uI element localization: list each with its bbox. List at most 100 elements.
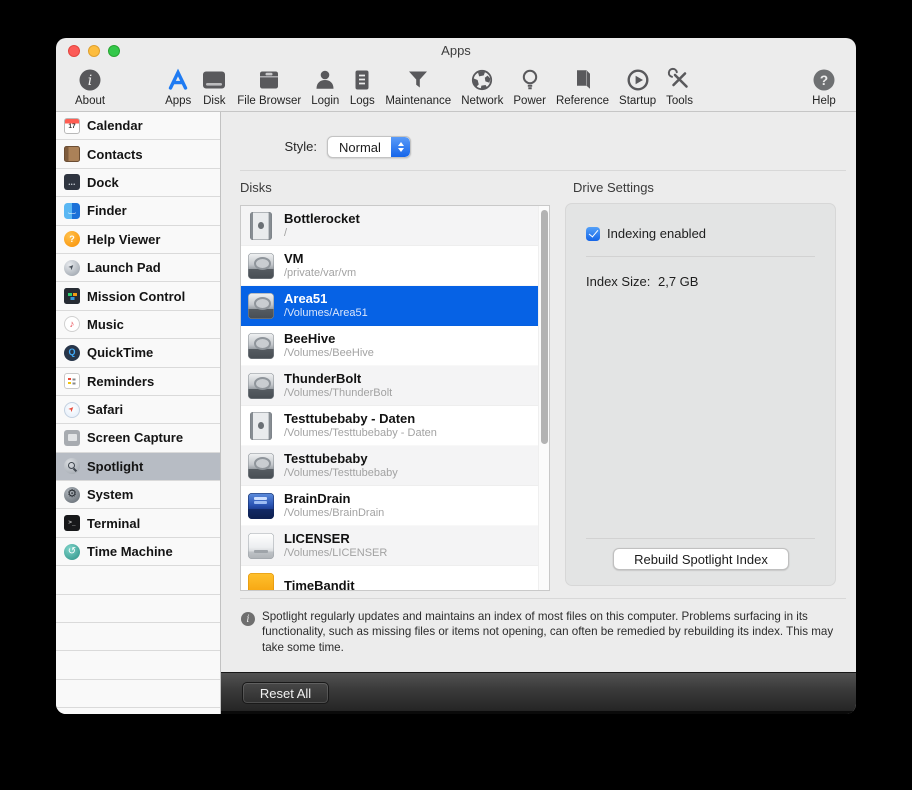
toolbar-label: Power xyxy=(513,95,546,107)
toolbar-label: File Browser xyxy=(237,95,302,107)
toolbar-item-reference[interactable]: Reference xyxy=(551,64,614,107)
bottom-bar: Reset All xyxy=(221,672,856,714)
sidebar-item-help-viewer[interactable]: Help Viewer xyxy=(56,226,220,254)
sidebar-item-music[interactable]: Music xyxy=(56,311,220,340)
sidebar-empty-row xyxy=(56,651,220,680)
hard-drive-icon xyxy=(246,331,276,361)
sidebar-item-calendar[interactable]: Calendar xyxy=(56,112,220,141)
indexing-checkbox[interactable] xyxy=(586,226,600,241)
toolbar-label: Apps xyxy=(165,95,192,107)
scrollbar-thumb[interactable] xyxy=(540,210,548,444)
rebuild-spotlight-index-button[interactable]: Rebuild Spotlight Index xyxy=(613,548,789,570)
document-lines-icon xyxy=(349,64,375,95)
sidebar-empty-row xyxy=(56,623,220,652)
storage-box-icon xyxy=(256,64,282,95)
sidebar-item-launch-pad[interactable]: Launch Pad xyxy=(56,254,220,283)
external-drive-icon xyxy=(246,491,276,521)
lightbulb-icon xyxy=(517,64,543,95)
svg-text:?: ? xyxy=(820,73,828,88)
toolbar-label: Startup xyxy=(619,95,657,107)
sidebar-item-finder[interactable]: Finder xyxy=(56,197,220,226)
hard-drive-icon xyxy=(246,251,276,281)
play-circle-icon xyxy=(625,64,651,95)
globe-icon xyxy=(469,64,495,95)
toolbar-item-disk[interactable]: Disk xyxy=(196,64,232,107)
hard-drive-icon xyxy=(246,291,276,321)
toolbar-label: Logs xyxy=(349,95,375,107)
toolbar-item-network[interactable]: Network xyxy=(456,64,508,107)
info-icon xyxy=(241,612,255,626)
dock-icon xyxy=(64,174,80,191)
svg-text:i: i xyxy=(88,73,92,89)
style-select[interactable]: Normal xyxy=(327,136,411,158)
toolbar-label: Login xyxy=(311,95,340,107)
disk-row-selected[interactable]: Area51/Volumes/Area51 xyxy=(241,286,538,326)
disk-row[interactable]: BeeHive/Volumes/BeeHive xyxy=(241,326,538,366)
finder-icon xyxy=(64,202,80,219)
sidebar-item-mission-control[interactable]: Mission Control xyxy=(56,282,220,311)
reset-all-button[interactable]: Reset All xyxy=(242,682,329,704)
sidebar-item-reminders[interactable]: Reminders xyxy=(56,368,220,396)
funnel-icon xyxy=(405,64,431,95)
disk-list: Bottlerocket / VM/private/var/vm Area51/V… xyxy=(240,205,550,591)
safari-icon xyxy=(64,401,80,418)
toolbar-item-startup[interactable]: Startup xyxy=(614,64,661,107)
hard-drive-icon xyxy=(246,451,276,481)
sidebar-item-safari[interactable]: Safari xyxy=(56,396,220,425)
toolbar-item-power[interactable]: Power xyxy=(508,64,551,107)
toolbar-item-file-browser[interactable]: File Browser xyxy=(232,64,306,107)
sidebar-item-system[interactable]: System xyxy=(56,481,220,510)
scrollbar-track[interactable] xyxy=(538,206,549,590)
toolbar-label: About xyxy=(75,95,106,107)
mac-tower-icon xyxy=(246,211,276,241)
toolbar-label: Network xyxy=(461,95,504,107)
disk-row[interactable]: TimeBandit xyxy=(241,566,538,590)
terminal-icon xyxy=(64,515,80,532)
sidebar-empty-row xyxy=(56,680,220,709)
disk-drive-icon xyxy=(201,64,227,95)
sidebar-item-spotlight[interactable]: Spotlight xyxy=(56,452,220,482)
toolbar-item-tools[interactable]: Tools xyxy=(661,64,698,107)
toolbar-item-about[interactable]: i About xyxy=(70,64,110,107)
toolbar-item-login[interactable]: Login xyxy=(306,64,344,107)
contacts-icon xyxy=(64,146,80,163)
sidebar-item-terminal[interactable]: Terminal xyxy=(56,509,220,538)
help-viewer-icon xyxy=(64,231,80,248)
disk-row[interactable]: Bottlerocket / xyxy=(241,206,538,246)
toolbar-item-apps[interactable]: Apps xyxy=(160,64,196,107)
toolbar-label: Maintenance xyxy=(385,95,452,107)
sidebar-item-screen-capture[interactable]: Screen Capture xyxy=(56,424,220,453)
spotlight-icon xyxy=(64,458,80,475)
screen-capture-icon xyxy=(64,429,80,446)
time-machine-icon xyxy=(64,543,80,560)
crossed-tools-icon xyxy=(667,64,693,95)
toolbar-item-maintenance[interactable]: Maintenance xyxy=(380,64,456,107)
drive-settings-panel: Indexing enabled Index Size: 2,7 GB Rebu… xyxy=(565,203,836,586)
disk-row[interactable]: VM/private/var/vm xyxy=(241,246,538,286)
toolbar-label: Disk xyxy=(203,95,226,107)
sidebar-item-quicktime[interactable]: QuickTime xyxy=(56,339,220,368)
app-window: Apps i About Apps Disk File Browser Logi… xyxy=(56,38,856,714)
disk-row[interactable]: BrainDrain/Volumes/BrainDrain xyxy=(241,486,538,526)
question-circle-icon: ? xyxy=(811,64,837,95)
disk-row[interactable]: Testtubebaby - Daten/Volumes/Testtubebab… xyxy=(241,406,538,446)
drive-settings-label: Drive Settings xyxy=(573,180,654,195)
toolbar: i About Apps Disk File Browser Login Log… xyxy=(56,62,856,112)
toolbar-item-logs[interactable]: Logs xyxy=(344,64,380,107)
sidebar: Calendar Contacts Dock Finder Help Viewe… xyxy=(56,112,221,714)
toolbar-item-help[interactable]: ? Help xyxy=(806,64,842,107)
music-icon xyxy=(64,316,80,333)
reminders-icon xyxy=(64,373,80,390)
style-value: Normal xyxy=(339,139,381,155)
sidebar-item-dock[interactable]: Dock xyxy=(56,169,220,198)
book-icon xyxy=(570,64,596,95)
sidebar-item-time-machine[interactable]: Time Machine xyxy=(56,538,220,567)
sidebar-item-contacts[interactable]: Contacts xyxy=(56,140,220,169)
disk-row[interactable]: ThunderBolt/Volumes/ThunderBolt xyxy=(241,366,538,406)
disk-row[interactable]: LICENSER/Volumes/LICENSER xyxy=(241,526,538,566)
disk-row[interactable]: Testtubebaby/Volumes/Testtubebaby xyxy=(241,446,538,486)
hard-drive-icon xyxy=(246,371,276,401)
stepper-chevrons-icon xyxy=(391,137,410,157)
mission-control-icon xyxy=(64,288,80,305)
calendar-icon xyxy=(64,117,80,134)
